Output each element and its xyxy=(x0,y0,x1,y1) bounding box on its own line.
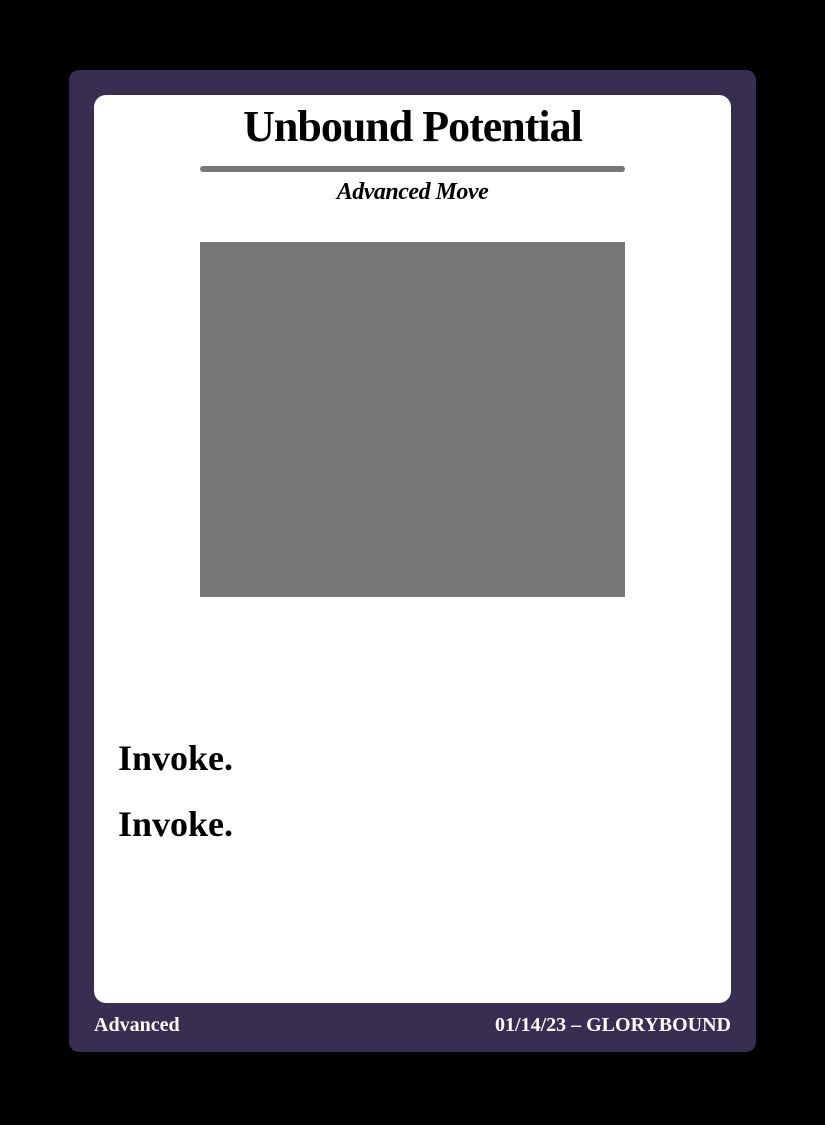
body-line: Invoke. xyxy=(118,804,234,844)
body-line: Invoke. xyxy=(118,738,234,778)
footer-date-publisher: 01/14/23 – GLORYBOUND xyxy=(495,1014,731,1036)
art-placeholder xyxy=(200,242,625,597)
card-title: Unbound Potential xyxy=(243,102,583,151)
card-subtitle: Advanced Move xyxy=(336,179,489,205)
footer-category: Advanced xyxy=(94,1014,180,1036)
card-frame: Unbound Potential Advanced Move Invoke. … xyxy=(69,70,756,1052)
title-divider xyxy=(200,166,625,172)
card-panel: Unbound Potential Advanced Move Invoke. … xyxy=(94,95,731,1003)
